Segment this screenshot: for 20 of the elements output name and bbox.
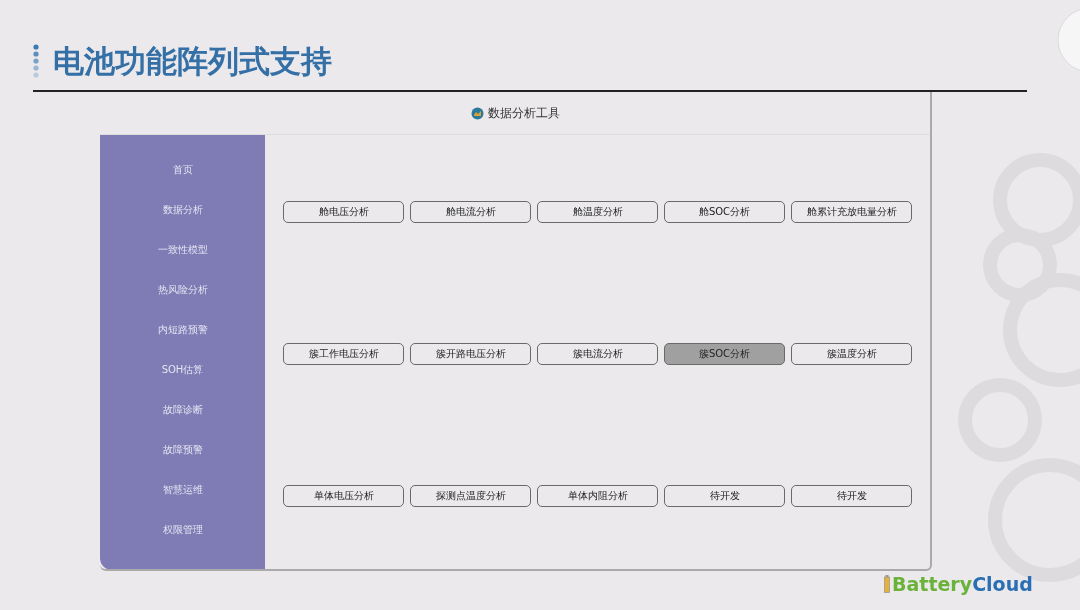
analysis-button[interactable]: 簇SOC分析 (664, 343, 785, 365)
analysis-button[interactable]: 舱电压分析 (283, 201, 404, 223)
analysis-button[interactable]: 簇电流分析 (537, 343, 658, 365)
analysis-button[interactable]: 舱温度分析 (537, 201, 658, 223)
analysis-button[interactable]: 探测点温度分析 (410, 485, 531, 507)
analysis-button[interactable]: 舱电流分析 (410, 201, 531, 223)
brand-logo: BatteryCloud (892, 573, 1033, 595)
analysis-button[interactable]: 簇温度分析 (791, 343, 912, 365)
analysis-button[interactable]: 簇开路电压分析 (410, 343, 531, 365)
analysis-button[interactable]: 待开发 (664, 485, 785, 507)
analysis-button[interactable]: 待开发 (791, 485, 912, 507)
analysis-button[interactable]: 舱SOC分析 (664, 201, 785, 223)
dots-icon (33, 44, 39, 78)
analysis-button[interactable]: 单体内阻分析 (537, 485, 658, 507)
battery-icon (884, 575, 890, 593)
analysis-button[interactable]: 簇工作电压分析 (283, 343, 404, 365)
slide-title: 电池功能阵列式支持 (53, 42, 332, 81)
analysis-button[interactable]: 舱累计充放电量分析 (791, 201, 912, 223)
analysis-button[interactable]: 单体电压分析 (283, 485, 404, 507)
window-title: 数据分析工具 (487, 104, 560, 122)
